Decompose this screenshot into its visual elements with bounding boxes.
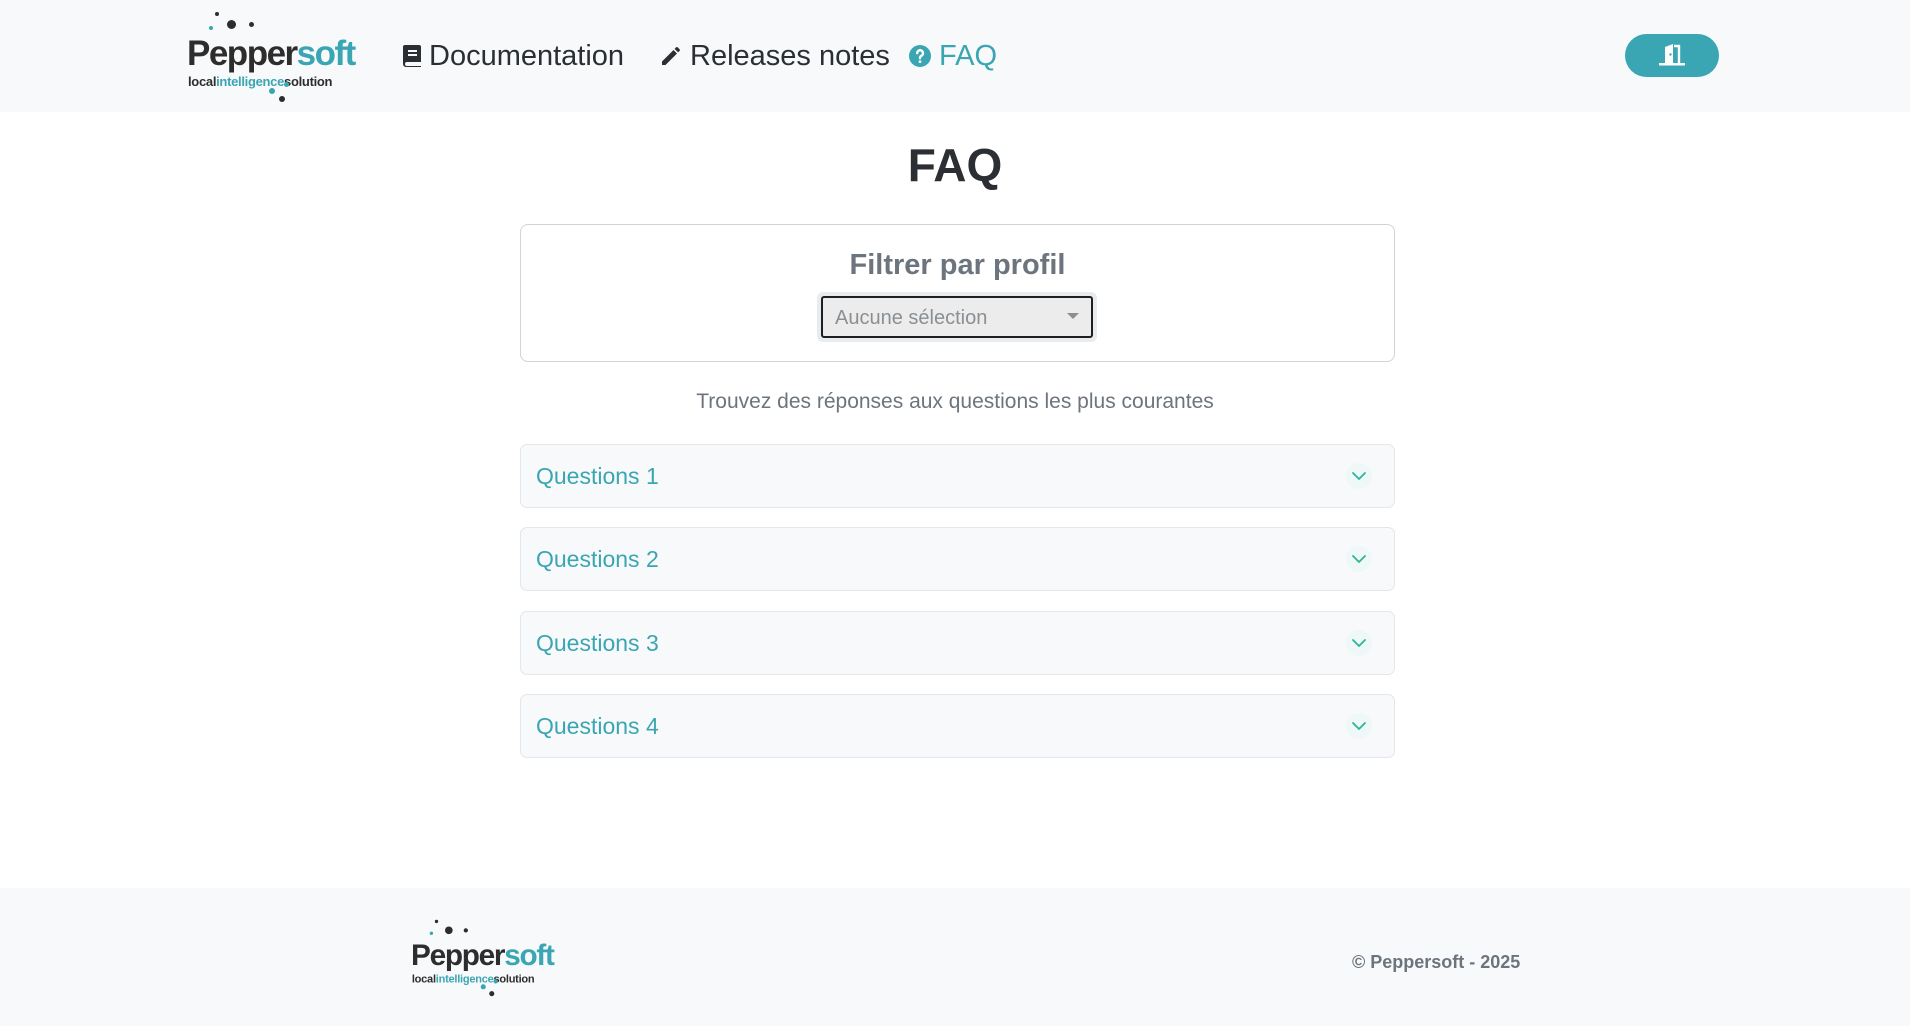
logo-wordmark: Peppersoft [411,938,555,972]
accordion-item[interactable]: Questions 3 [520,611,1395,675]
logo-dot [279,96,285,102]
logo-tagline: localintelligencesolution [411,972,535,986]
logo-dot [445,926,453,935]
nav-faq-label: FAQ [939,39,998,72]
logo-dot [284,82,289,87]
profile-filter-card: Filtrer par profil Aucune sélection [520,224,1395,362]
logo-dot [434,919,439,924]
logo-dot [249,22,254,27]
caret-down-icon [1067,313,1079,319]
logo-dot [480,984,486,990]
copyright-text: © Peppersoft - 2025 [1352,952,1521,972]
chevron-down-icon [1346,546,1372,572]
nav-documentation-label: Documentation [429,39,625,72]
page-footer [0,888,1910,1026]
footer-peppersoft-logo[interactable]: Peppersoft localintelligencesolution [411,918,556,997]
logo-dot [463,928,468,933]
pencil-icon [659,44,683,68]
accordion-item[interactable]: Questions 4 [520,694,1395,758]
accordion-item-label: Questions 3 [536,630,659,656]
logo-dot [209,26,213,30]
question-circle-icon [908,44,932,68]
filter-title: Filtrer par profil [849,249,1066,281]
page-title: FAQ [907,139,1003,191]
profile-select-value: Aucune sélection [835,307,988,329]
nav-release-notes-label: Releases notes [690,39,890,72]
top-navbar: Peppersoft localintelligencesolution Doc… [0,0,1910,112]
nav-release-notes[interactable]: Releases notes [659,34,890,78]
logo-dot [489,991,495,997]
accordion-item[interactable]: Questions 1 [520,444,1395,508]
door-exit-icon [1657,42,1687,69]
chevron-down-icon [1346,463,1372,489]
nav-documentation[interactable]: Documentation [402,34,624,78]
profile-select-field[interactable]: Aucune sélection [821,296,1093,338]
faq-subtitle: Trouvez des réponses aux questions les p… [696,390,1214,413]
peppersoft-logo[interactable]: Peppersoft localintelligencesolution [187,10,357,102]
logo-wordmark: Peppersoft [187,34,356,73]
accordion-item-label: Questions 4 [536,713,659,739]
logo-tagline: localintelligencesolution [188,74,333,89]
nav-faq[interactable]: FAQ [908,34,997,78]
chevron-down-icon [1346,630,1372,656]
logo-dot [493,979,498,984]
logout-button[interactable] [1625,34,1719,77]
logo-dot [215,12,219,16]
profile-select[interactable]: Aucune sélection [817,292,1097,342]
accordion-item-label: Questions 2 [536,546,659,572]
logo-dot [429,931,434,935]
accordion-item-label: Questions 1 [536,463,659,489]
accordion-item[interactable]: Questions 2 [520,527,1395,591]
book-icon [402,44,422,68]
logo-dot [269,88,275,94]
chevron-down-icon [1346,713,1372,739]
logo-dot [227,20,236,29]
